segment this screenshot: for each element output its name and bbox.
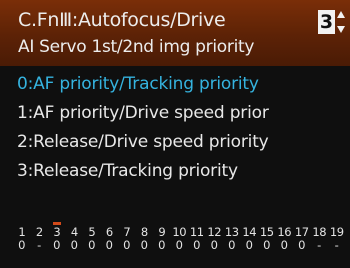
function-setting-17: 17 0 [293, 226, 311, 260]
function-value: 0 [298, 238, 306, 252]
function-value: 0 [228, 238, 236, 252]
function-value: 0 [175, 238, 183, 252]
function-number-box[interactable]: 3 [318, 10, 335, 34]
option-1[interactable]: 1:AF priority/Drive speed prior [0, 99, 350, 128]
function-value: 0 [245, 238, 253, 252]
function-value: 0 [158, 238, 166, 252]
function-value: - [37, 238, 42, 252]
function-value: 0 [88, 238, 96, 252]
custom-function-name: AI Servo 1st/2nd img priority [18, 37, 255, 57]
function-value: 0 [70, 238, 78, 252]
camera-menu-screen: C.FnⅢ:Autofocus/Drive AI Servo 1st/2nd i… [0, 0, 350, 268]
function-value: 0 [193, 238, 201, 252]
function-value: 0 [263, 238, 271, 252]
function-value: 0 [280, 238, 288, 252]
function-setting-4: 40 [66, 226, 84, 260]
option-2[interactable]: 2:Release/Drive speed priority [0, 128, 350, 157]
function-value: - [317, 238, 322, 252]
function-setting-3: 30 [48, 222, 66, 260]
function-setting-9: 90 [153, 226, 171, 260]
function-setting-11: 11 0 [188, 226, 206, 260]
function-value: 0 [53, 238, 61, 252]
function-setting-15: 15 0 [258, 226, 276, 260]
function-setting-16: 16 0 [276, 226, 294, 260]
option-list: 0:AF priority/Tracking priority 1:AF pri… [0, 70, 350, 186]
function-setting-5: 50 [83, 226, 101, 260]
function-value: 0 [140, 238, 148, 252]
function-setting-6: 60 [101, 226, 119, 260]
function-setting-8: 80 [136, 226, 154, 260]
function-setting-7: 70 [118, 226, 136, 260]
function-setting-2: 2- [31, 226, 49, 260]
function-setting-10: 10 0 [171, 226, 189, 260]
custom-function-settings-strip: 1 0 2-3 0 4 0 5 0 6 0 7 0 8 0 9 0 10 0 11 0 12 0 13 0 14 0 15 0 16 0 1… [13, 222, 347, 260]
function-value: 0 [210, 238, 218, 252]
option-0[interactable]: 0:AF priority/Tracking priority [0, 70, 350, 99]
current-function-marker [53, 222, 61, 225]
function-value: - [334, 238, 339, 252]
up-down-stepper-icon[interactable] [336, 9, 346, 35]
function-setting-12: 12 0 [206, 226, 224, 260]
function-value: 0 [105, 238, 113, 252]
function-setting-18: 18- [311, 226, 329, 260]
option-3[interactable]: 3:Release/Tracking priority [0, 157, 350, 186]
menu-header: C.FnⅢ:Autofocus/Drive AI Servo 1st/2nd i… [0, 0, 350, 66]
function-setting-1: 10 [13, 226, 31, 260]
function-setting-14: 14 0 [241, 226, 259, 260]
function-setting-13: 13 0 [223, 226, 241, 260]
function-value: 0 [18, 238, 26, 252]
function-value: 0 [123, 238, 131, 252]
function-setting-19: 19- [328, 226, 346, 260]
custom-function-group-title: C.FnⅢ:Autofocus/Drive [18, 9, 226, 31]
